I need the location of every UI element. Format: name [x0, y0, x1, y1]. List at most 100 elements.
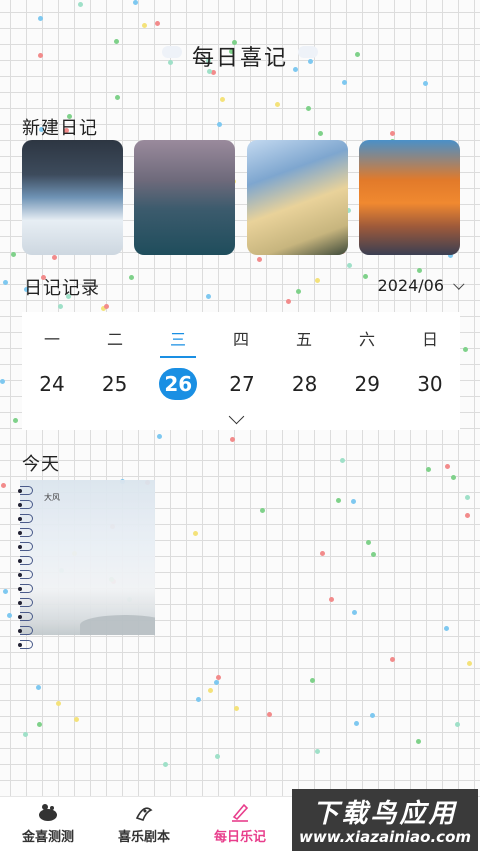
confetti-dot [342, 80, 347, 85]
confetti-dot [142, 23, 147, 28]
script-icon [135, 807, 153, 822]
date-cell[interactable]: 25 [97, 368, 133, 400]
confetti-dot [463, 347, 468, 352]
confetti-dot [58, 304, 63, 309]
page-title: 每日喜记 [161, 40, 318, 72]
diary-entry-card[interactable]: 大风 [20, 480, 155, 635]
tab-label: 每日乐记 [213, 830, 266, 845]
confetti-dot [275, 102, 280, 107]
confetti-dot [366, 540, 371, 545]
tab-label: 金喜测测 [21, 830, 74, 845]
confetti-dot [445, 464, 450, 469]
weekday-thu: 四 [232, 330, 249, 349]
entry-background [80, 615, 155, 635]
weekday-tue: 二 [106, 330, 123, 349]
confetti-dot [310, 678, 315, 683]
weekday-sun: 日 [421, 330, 438, 349]
confetti-dot [23, 732, 28, 737]
week-calendar: 一 二 三 四 五 六 日 24 25 26 27 28 29 30 [22, 312, 460, 430]
confetti-dot [38, 16, 43, 21]
confetti-dot [347, 263, 352, 268]
confetti-dot [320, 551, 325, 556]
template-rainbow-sky[interactable] [246, 140, 348, 255]
chevron-down-icon [453, 278, 465, 290]
confetti-dot [315, 749, 320, 754]
confetti-dot [351, 499, 356, 504]
confetti-dot [416, 739, 421, 744]
watermark-line2: www.xiazainiao.com [298, 828, 472, 846]
date-cell[interactable]: 29 [349, 368, 385, 400]
records-label: 日记记录 [24, 278, 100, 299]
header: 每日喜记 [0, 40, 480, 72]
new-diary-label: 新建日记 [22, 118, 98, 139]
date-cell-selected[interactable]: 26 [159, 368, 198, 400]
confetti-dot [37, 722, 42, 727]
weekday-wed: 三 [160, 326, 196, 358]
template-orange-sunset[interactable] [358, 140, 460, 255]
confetti-dot [318, 131, 323, 136]
tab-jinxi-test[interactable]: 金喜测测 [0, 797, 96, 853]
confetti-dot [13, 418, 18, 423]
date-cell[interactable]: 27 [224, 368, 260, 400]
confetti-dot [157, 434, 162, 439]
confetti-dot [465, 495, 470, 500]
confetti-dot [257, 257, 262, 262]
confetti-dot [52, 255, 57, 260]
confetti-dot [455, 722, 460, 727]
records-header: 日记记录 2024/06 [24, 274, 465, 299]
weekday-row: 一 二 三 四 五 六 日 [22, 326, 460, 358]
template-dark-clouds[interactable] [22, 140, 123, 255]
confetti-dot [336, 498, 341, 503]
confetti-dot [74, 717, 79, 722]
pot-icon [39, 804, 57, 821]
confetti-dot [56, 701, 61, 706]
confetti-dot [329, 597, 334, 602]
confetti-dot [115, 95, 120, 100]
weekday-mon: 一 [43, 330, 60, 349]
confetti-dot [370, 713, 375, 718]
template-rainy-sea[interactable] [134, 140, 236, 255]
date-cell[interactable]: 28 [287, 368, 323, 400]
notebook-rings [18, 486, 34, 654]
confetti-dot [286, 299, 291, 304]
date-cell[interactable]: 24 [34, 368, 70, 400]
confetti-dot [340, 458, 345, 463]
confetti-dot [465, 513, 470, 518]
tab-xile-script[interactable]: 喜乐剧本 [96, 797, 192, 853]
weekday-sat: 六 [358, 330, 375, 349]
confetti-dot [163, 762, 168, 767]
confetti-dot [3, 589, 8, 594]
confetti-dot [306, 106, 311, 111]
confetti-dot [0, 379, 5, 384]
watermark-line1: 下载鸟应用 [312, 799, 458, 829]
confetti-dot [426, 467, 431, 472]
confetti-dot [444, 626, 449, 631]
month-selector[interactable]: 2024/06 [378, 276, 465, 295]
confetti-dot [1, 483, 6, 488]
confetti-dot [234, 706, 239, 711]
cloud-icon [161, 46, 182, 58]
expand-calendar-icon[interactable] [228, 408, 245, 425]
confetti-dot [196, 697, 201, 702]
confetti-dot [390, 657, 395, 662]
watermark: 下载鸟应用 www.xiazainiao.com [292, 789, 478, 851]
tab-daily-diary[interactable]: 每日乐记 [192, 797, 288, 853]
confetti-dot [260, 508, 265, 513]
date-cell[interactable]: 30 [412, 368, 448, 400]
confetti-dot [215, 754, 220, 759]
confetti-dot [467, 661, 472, 666]
confetti-dot [354, 721, 359, 726]
confetti-dot [230, 437, 235, 442]
pen-icon [232, 803, 249, 822]
confetti-dot [267, 712, 272, 717]
confetti-dot [155, 21, 160, 26]
confetti-dot [220, 97, 225, 102]
confetti-dot [371, 552, 376, 557]
confetti-dot [3, 280, 8, 285]
confetti-dot [216, 675, 221, 680]
confetti-dot [390, 131, 395, 136]
confetti-dot [214, 680, 219, 685]
confetti-dot [36, 685, 41, 690]
confetti-dot [417, 268, 422, 273]
weekday-fri: 五 [295, 330, 312, 349]
